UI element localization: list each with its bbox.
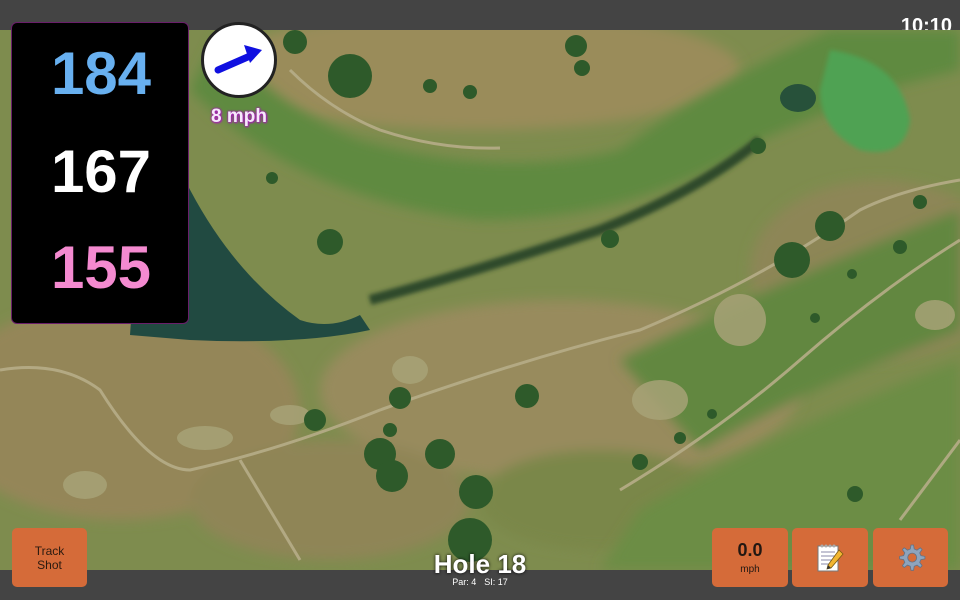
wind-indicator [201, 22, 277, 98]
settings-button[interactable] [873, 528, 948, 587]
hole-title: Hole 18 [433, 549, 527, 579]
middle-yardage: 167 [50, 138, 152, 205]
speed-unit: mph [740, 564, 760, 575]
track-shot-label: Track Shot [34, 543, 65, 572]
hole-info: Par: 4 SI: 17 [400, 577, 560, 587]
speed-value: 0.0 [737, 540, 763, 560]
hole-stroke-index: SI: 17 [484, 577, 508, 587]
hole-par: Par: 4 [452, 577, 477, 587]
yardage-panel: 184 167 155 [11, 22, 189, 324]
speed-button[interactable]: 0.0 mph [712, 528, 788, 587]
wind-speed: 8 mph [211, 106, 267, 127]
notepad-icon [817, 544, 844, 571]
notes-button[interactable] [792, 528, 868, 587]
gear-icon [898, 544, 925, 571]
track-shot-button[interactable]: Track Shot [12, 528, 87, 587]
wind-arrow-icon [214, 45, 262, 74]
back-yardage: 184 [50, 40, 152, 107]
front-yardage: 155 [50, 234, 152, 301]
